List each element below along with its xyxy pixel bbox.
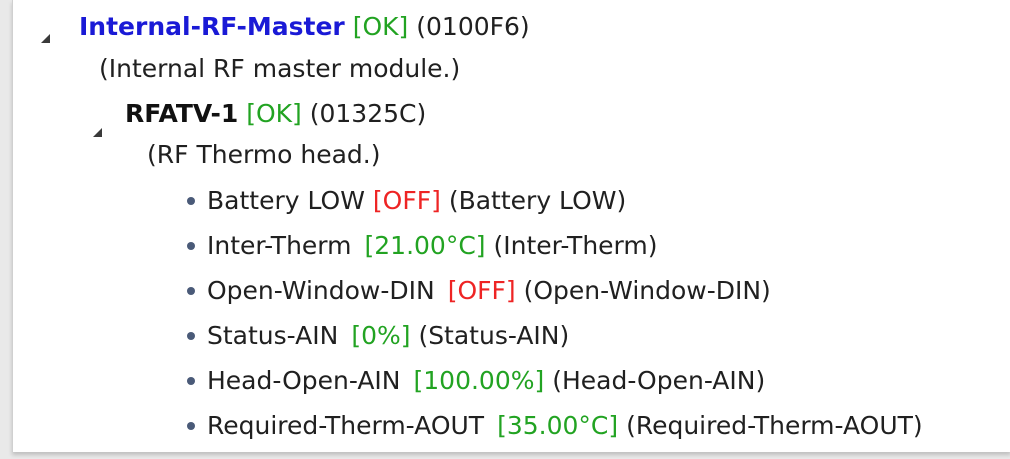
channel-label: (Status-AIN): [418, 321, 570, 350]
device-status: [OK]: [246, 99, 302, 128]
bullet-icon: [187, 422, 195, 430]
channel-label: (Battery LOW): [448, 186, 627, 215]
channel-value: [OFF]: [372, 186, 441, 215]
tree-node-master[interactable]: Internal-RF-Master [OK] (0100F6): [79, 7, 530, 47]
channel-item-head-open-ain[interactable]: Head-Open-AIN [100.00%] (Head-Open-AIN): [207, 361, 765, 401]
channel-name: Open-Window-DIN: [207, 276, 435, 305]
channel-label: (Inter-Therm): [493, 231, 658, 260]
collapse-device-toggle-icon[interactable]: [93, 128, 102, 137]
master-name: Internal-RF-Master: [79, 12, 345, 41]
bullet-icon: [187, 287, 195, 295]
channel-label: (Head-Open-AIN): [552, 366, 766, 395]
channel-value: [100.00%]: [413, 366, 545, 395]
master-description: (Internal RF master module.): [99, 54, 461, 83]
channel-value: [35.00°C]: [497, 411, 619, 440]
tree-node-device[interactable]: RFATV-1 [OK] (01325C): [125, 94, 426, 134]
bullet-icon: [187, 377, 195, 385]
channel-label: (Required-Therm-AOUT): [626, 411, 923, 440]
collapse-master-toggle-icon[interactable]: [41, 34, 50, 43]
channel-item-status-ain[interactable]: Status-AIN [0%] (Status-AIN): [207, 316, 569, 356]
channel-name: Required-Therm-AOUT: [207, 411, 485, 440]
channel-name: Inter-Therm: [207, 231, 352, 260]
master-status: [OK]: [352, 12, 409, 41]
channel-value: [21.00°C]: [364, 231, 486, 260]
channel-name: Battery LOW: [207, 186, 365, 215]
channel-label: (Open-Window-DIN): [523, 276, 771, 305]
device-id: (01325C): [309, 99, 427, 128]
bullet-icon: [187, 332, 195, 340]
channel-item-required-therm-aout[interactable]: Required-Therm-AOUT [35.00°C] (Required-T…: [207, 406, 923, 446]
channel-name: Status-AIN: [207, 321, 339, 350]
channel-item-inter-therm[interactable]: Inter-Therm [21.00°C] (Inter-Therm): [207, 226, 658, 266]
bullet-icon: [187, 242, 195, 250]
channel-item-open-window-din[interactable]: Open-Window-DIN [OFF] (Open-Window-DIN): [207, 271, 771, 311]
channel-value: [0%]: [351, 321, 411, 350]
device-name: RFATV-1: [125, 99, 239, 128]
channel-item-battery-low[interactable]: Battery LOW [OFF] (Battery LOW): [207, 181, 626, 221]
device-tree-panel: Internal-RF-Master [OK] (0100F6) (Intern…: [12, 0, 1010, 452]
channel-name: Head-Open-AIN: [207, 366, 401, 395]
channel-value: [OFF]: [447, 276, 516, 305]
master-id: (0100F6): [416, 12, 530, 41]
bullet-icon: [187, 197, 195, 205]
device-description: (RF Thermo head.): [147, 140, 381, 169]
